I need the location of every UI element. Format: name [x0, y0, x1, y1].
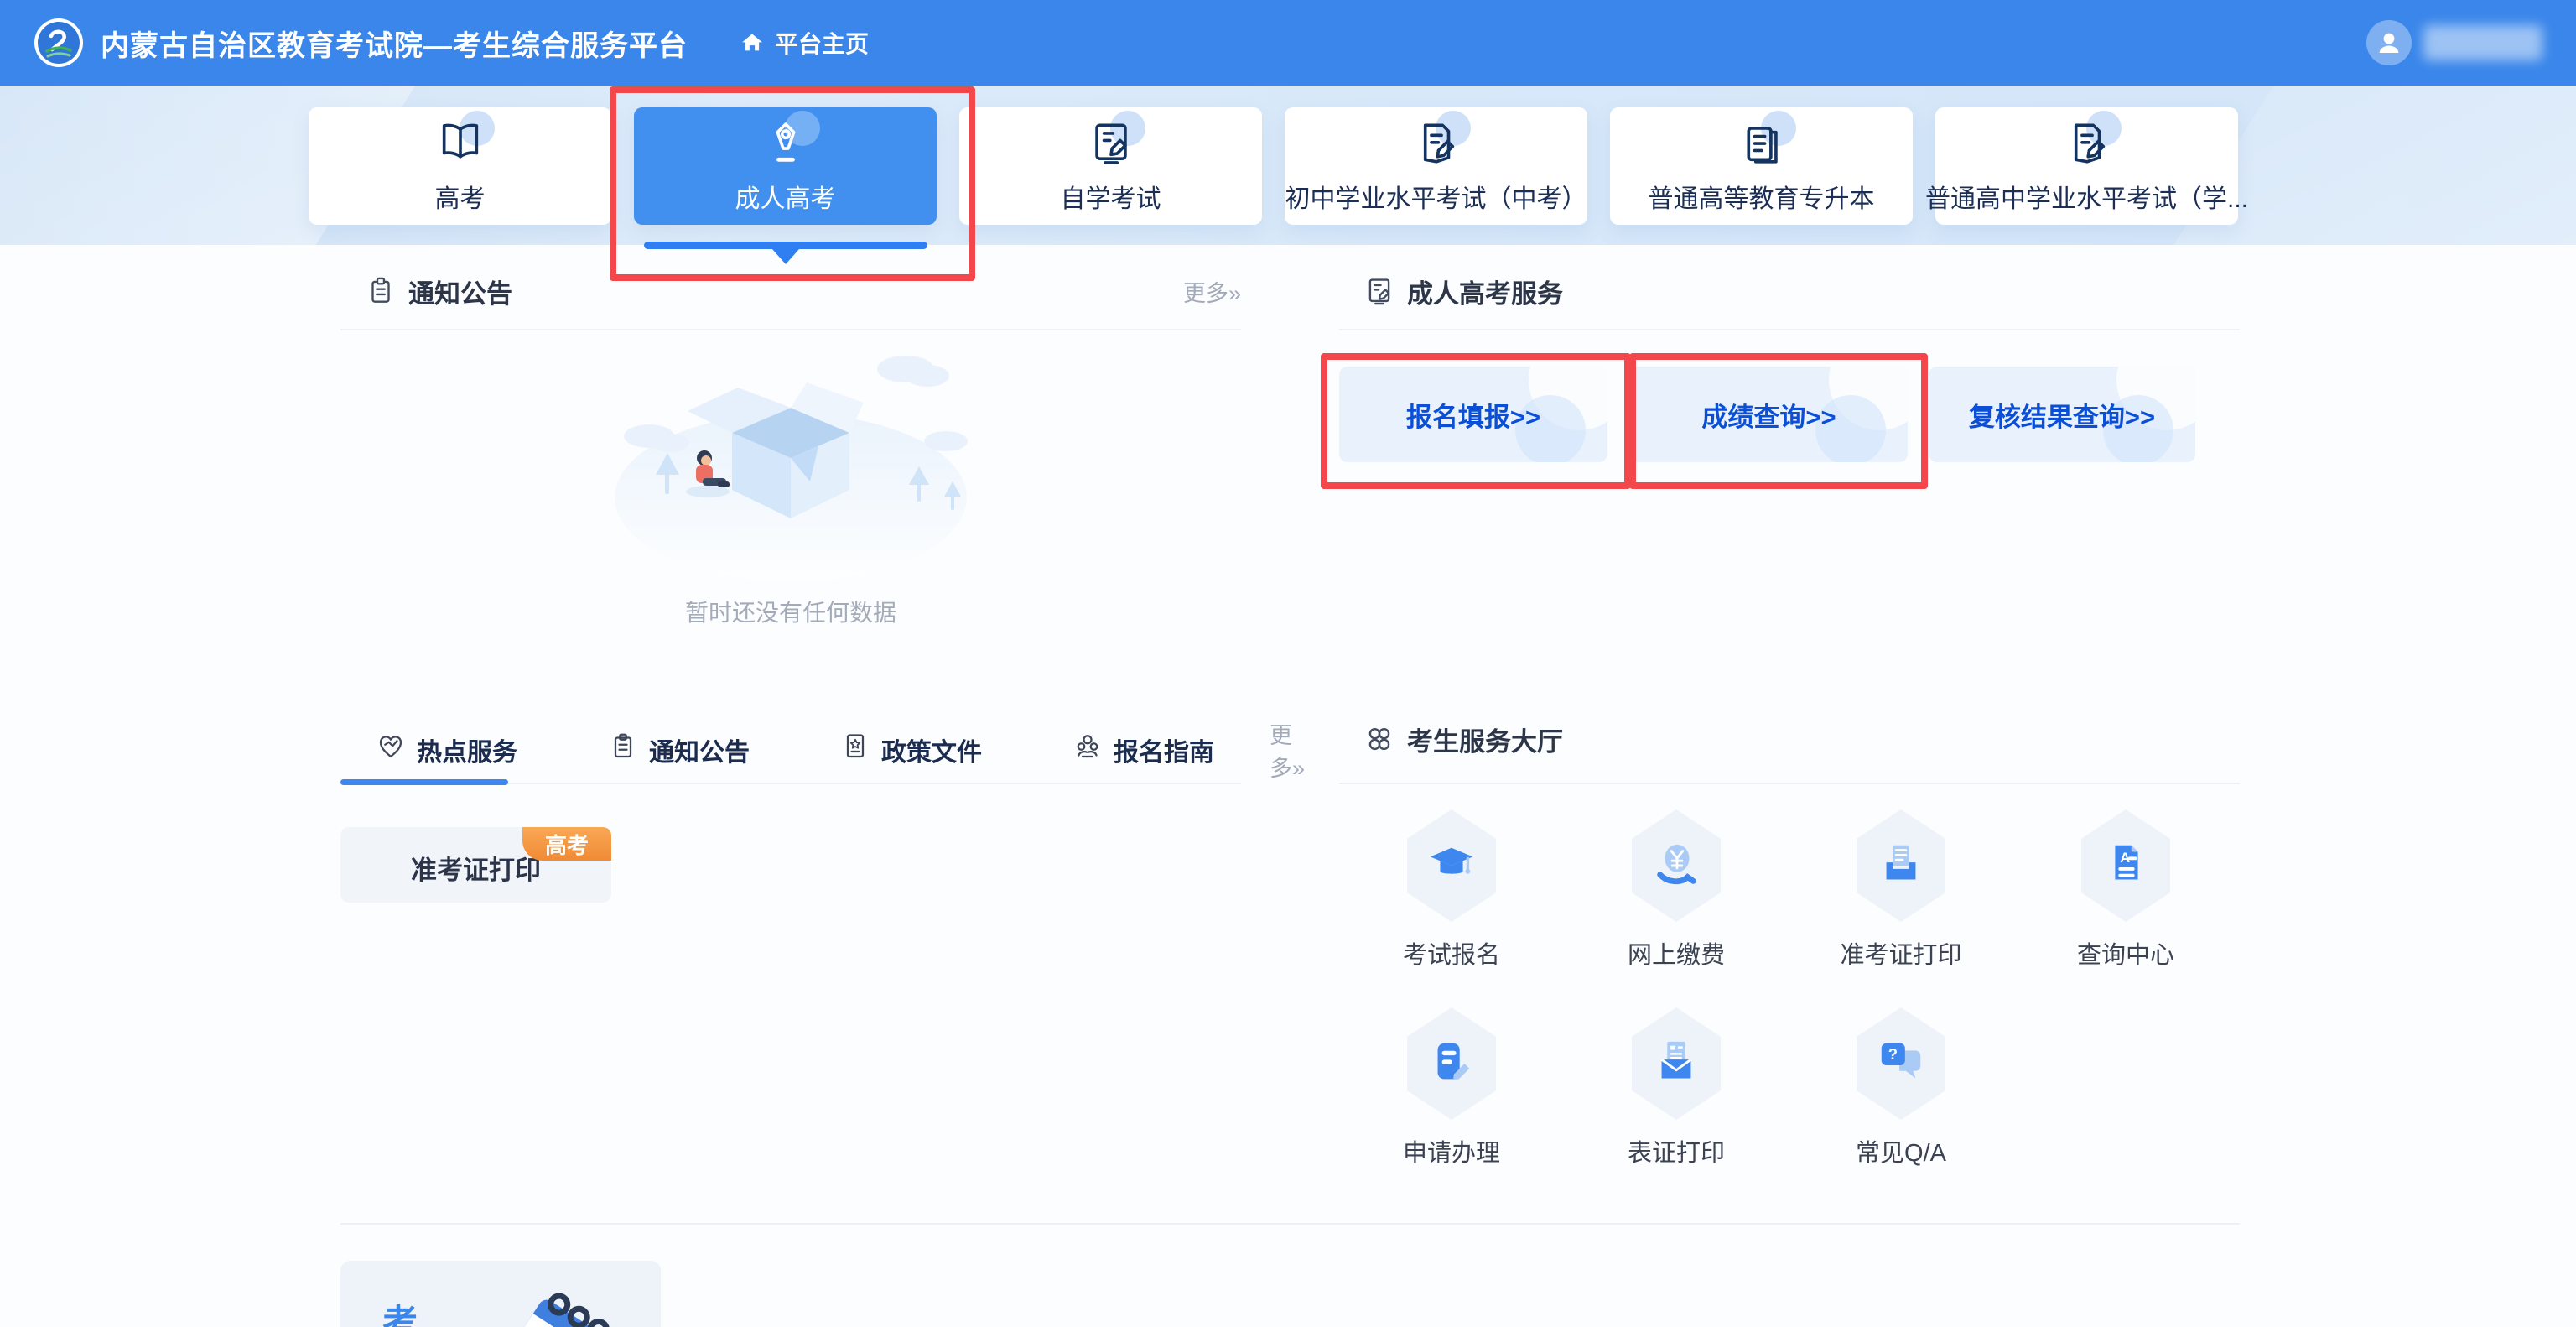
- doc-pencil-icon: [2056, 117, 2118, 169]
- hot-more-link[interactable]: 更多»: [1270, 717, 1305, 783]
- hot-card-tag: 高考: [522, 827, 611, 861]
- button-signup-fill[interactable]: 报名填报>>: [1339, 367, 1607, 462]
- calendar-push-illustration: [446, 1272, 656, 1327]
- notice-section-header: 通知公告 更多»: [340, 270, 1241, 312]
- empty-state-illustration: [594, 342, 988, 585]
- hot-card-label: 准考证打印: [411, 849, 541, 887]
- print-icon: [1857, 809, 1945, 922]
- notice-more-link[interactable]: 更多»: [1183, 275, 1241, 308]
- heart-swoosh-icon: [376, 731, 406, 768]
- hall-item-label: 准考证打印: [1840, 935, 1961, 971]
- hall-item-apply-handle[interactable]: 申请办理: [1339, 1007, 1564, 1168]
- button-review-result-query[interactable]: 复核结果查询>>: [1929, 367, 2195, 462]
- adult-services-title: 成人高考服务: [1407, 273, 1563, 310]
- hall-item-query-center[interactable]: A 查询中心: [2013, 809, 2238, 971]
- docs-icon: [1731, 117, 1793, 169]
- policy-book-icon: [840, 731, 870, 768]
- tab-zixue-kaoshi[interactable]: 自学考试: [959, 107, 1262, 225]
- grad-cap-icon: [1407, 809, 1496, 922]
- tab-label: 普通高中学业水平考试（学...: [1925, 178, 2248, 215]
- clipboard-icon: [608, 731, 638, 768]
- tab-label: 初中学业水平考试（中考）: [1285, 178, 1587, 215]
- page-title: 内蒙古自治区教育考试院—考生综合服务平台: [101, 23, 688, 64]
- hot-tab-policy-files[interactable]: 政策文件: [829, 731, 982, 768]
- tablet-pen-icon: [1363, 275, 1395, 307]
- hot-active-tab-underline: [340, 779, 508, 785]
- service-hall-grid: 考试报名 网上缴费 准考证打印A 查询中心 申请办理 表证打印? 常见Q/A: [1339, 809, 2240, 1168]
- hot-tab-signup-guide[interactable]: 报名指南: [1062, 731, 1214, 768]
- tab-label: 成人高考: [735, 178, 836, 215]
- hall-item-label: 表证打印: [1628, 1133, 1725, 1168]
- hall-item-label: 常见Q/A: [1856, 1133, 1946, 1168]
- tablet-pen-icon: [1080, 117, 1142, 169]
- divider: [1339, 329, 2240, 330]
- button-label: 报名填报>>: [1406, 396, 1540, 434]
- tab-label: 普通高等教育专升本: [1649, 178, 1875, 215]
- tab-gaokao[interactable]: 高考: [309, 107, 611, 225]
- tab-zhuanshengben[interactable]: 普通高等教育专升本: [1610, 107, 1913, 225]
- grid-icon: [1363, 723, 1395, 755]
- divider: [340, 1223, 2240, 1225]
- active-tab-underline: [644, 242, 927, 249]
- hot-tab-notices[interactable]: 通知公告: [597, 731, 750, 768]
- svg-text:?: ?: [1888, 1045, 1898, 1063]
- tab-gaozhong-xueye[interactable]: 普通高中学业水平考试（学...: [1935, 107, 2238, 225]
- tab-zhongkao[interactable]: 初中学业水平考试（中考）: [1285, 107, 1587, 225]
- tab-label: 高考: [435, 178, 486, 215]
- tab-chengren-gaokao[interactable]: 成人高考: [634, 107, 937, 225]
- hot-tab-label: 通知公告: [649, 731, 750, 768]
- hall-item-admission-ticket-print[interactable]: 准考证打印: [1789, 809, 2013, 971]
- page: 内蒙古自治区教育考试院—考生综合服务平台 平台主页 高考 成人高考 自学考试 初…: [0, 0, 2576, 1327]
- hall-item-exam-signup[interactable]: 考试报名: [1339, 809, 1564, 971]
- exam-tab-strip: 高考 成人高考 自学考试 初中学业水平考试（中考） 普通高等教育专升本 普通高中…: [309, 107, 2238, 225]
- button-score-query[interactable]: 成绩查询>>: [1630, 367, 1908, 462]
- button-label: 成绩查询>>: [1701, 396, 1836, 434]
- apply-icon: [1407, 1007, 1496, 1120]
- qa-icon: ?: [1857, 1007, 1945, 1120]
- doc-pencil-icon: [1405, 117, 1467, 169]
- service-hall-section-header: 考生服务大厅: [1339, 718, 2240, 760]
- hall-item-label: 网上缴费: [1628, 935, 1725, 971]
- hall-item-label: 查询中心: [2077, 935, 2174, 971]
- bottom-card-label: 考: [382, 1294, 418, 1327]
- hot-tab-label: 热点服务: [417, 731, 517, 768]
- bottom-promo-card[interactable]: 考: [340, 1261, 661, 1327]
- user-box[interactable]: [2366, 20, 2542, 65]
- home-link-label: 平台主页: [775, 26, 869, 60]
- query-icon: A: [2081, 809, 2170, 922]
- pay-icon: [1632, 809, 1721, 922]
- pen-icon: [755, 117, 817, 169]
- avatar[interactable]: [2366, 20, 2412, 65]
- hall-item-online-payment[interactable]: 网上缴费: [1564, 809, 1789, 971]
- button-label: 复核结果查询>>: [1969, 396, 2155, 434]
- adult-services-section-header: 成人高考服务: [1339, 270, 2240, 312]
- hot-tab-label: 报名指南: [1114, 731, 1214, 768]
- user-icon: [2375, 29, 2403, 57]
- empty-state-text: 暂时还没有任何数据: [340, 595, 1241, 628]
- clipboard-icon: [365, 275, 397, 307]
- user-name-redacted: [2423, 25, 2542, 60]
- hall-item-faq[interactable]: ? 常见Q/A: [1789, 1007, 2013, 1168]
- hot-tab-bar: 热点服务通知公告政策文件报名指南更多»: [340, 728, 1241, 772]
- divider: [340, 329, 1241, 330]
- home-icon: [740, 30, 765, 55]
- hall-item-label: 考试报名: [1403, 935, 1500, 971]
- hot-tab-label: 政策文件: [881, 731, 982, 768]
- tab-label: 自学考试: [1061, 178, 1161, 215]
- service-hall-title: 考生服务大厅: [1407, 721, 1563, 758]
- active-tab-caret: [772, 249, 799, 264]
- hall-item-form-cert-print[interactable]: 表证打印: [1564, 1007, 1789, 1168]
- site-logo: [34, 18, 84, 68]
- app-header: 内蒙古自治区教育考试院—考生综合服务平台 平台主页: [0, 0, 2576, 86]
- book-icon: [429, 117, 491, 169]
- home-link[interactable]: 平台主页: [740, 26, 869, 60]
- hall-item-label: 申请办理: [1403, 1133, 1500, 1168]
- form-print-icon: [1632, 1007, 1721, 1120]
- hot-card-admission-ticket-print[interactable]: 准考证打印 高考: [340, 827, 611, 903]
- notice-title: 通知公告: [408, 273, 512, 310]
- notice-empty-state: 暂时还没有任何数据: [340, 342, 1241, 628]
- guide-icon: [1072, 731, 1103, 768]
- hot-tab-hot-services[interactable]: 热点服务: [365, 731, 517, 768]
- divider: [1339, 783, 2240, 784]
